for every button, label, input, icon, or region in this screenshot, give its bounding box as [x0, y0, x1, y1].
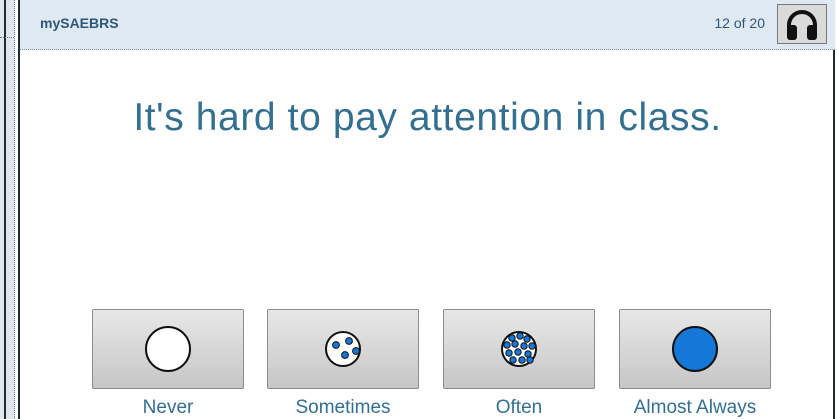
left-panel-edge [0, 0, 15, 419]
filled-circle-icon [672, 326, 718, 372]
few-dots-circle-icon [325, 331, 361, 367]
left-panel-divider [0, 37, 14, 38]
answer-often-label: Often [495, 397, 543, 418]
headphones-icon [787, 10, 817, 40]
answer-sometimes-button[interactable] [267, 309, 419, 389]
empty-circle-icon [145, 326, 191, 372]
left-panel-border [4, 0, 6, 419]
answer-almost-always-button[interactable] [619, 309, 771, 389]
audio-button[interactable] [777, 4, 827, 44]
question-progress: 12 of 20 [714, 15, 765, 31]
answer-often-button[interactable] [443, 309, 595, 389]
header-bar: mySAEBRS 12 of 20 [20, 0, 835, 50]
many-dots-circle-icon [501, 331, 537, 367]
answer-almost-always-label: Almost Always [633, 397, 757, 418]
answer-sometimes-label: Sometimes [295, 397, 391, 418]
answer-never-label: Never [142, 397, 194, 418]
app-title: mySAEBRS [40, 15, 119, 31]
answer-never-button[interactable] [92, 309, 244, 389]
question-text: It's hard to pay attention in class. [133, 96, 722, 139]
